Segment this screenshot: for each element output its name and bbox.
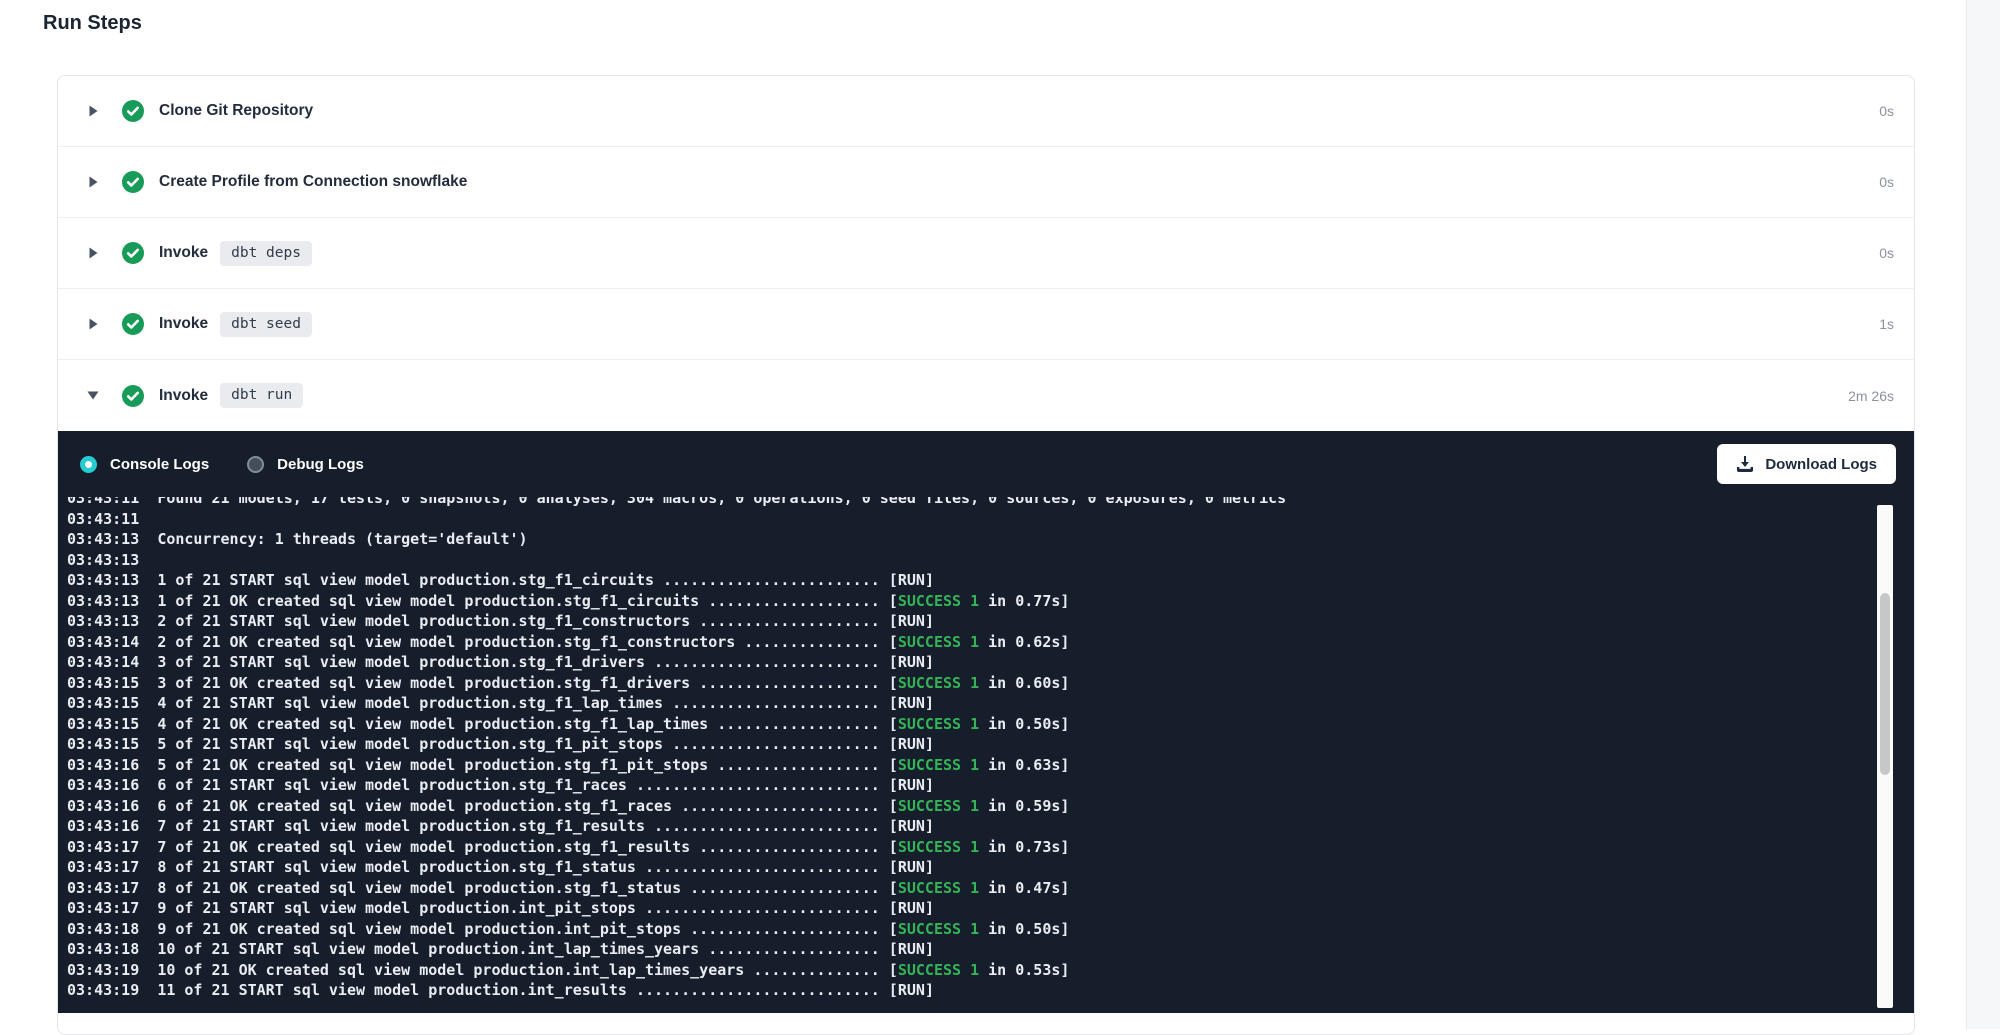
log-line: 03:43:16 6 of 21 OK created sql view mod… — [67, 796, 1874, 817]
log-line: 03:43:15 5 of 21 START sql view model pr… — [67, 734, 1874, 755]
console-logs-radio[interactable]: Console Logs — [80, 456, 209, 473]
console-log-output[interactable]: 03:43:11 Found 21 models, 17 tests, 0 sn… — [58, 497, 1874, 1013]
log-line: 03:43:18 10 of 21 START sql view model p… — [67, 939, 1874, 960]
log-line: 03:43:14 3 of 21 START sql view model pr… — [67, 652, 1874, 673]
caret-right-icon — [86, 246, 100, 260]
step-title: Clone Git Repository — [159, 102, 313, 120]
step-duration: 1s — [1879, 316, 1894, 332]
radio-unselected-icon — [247, 456, 264, 473]
run-steps-card: Clone Git Repository 0s Create Profile f… — [57, 75, 1915, 1035]
step-duration: 0s — [1879, 103, 1894, 119]
step-row-invoke-dbt-seed[interactable]: Invoke dbt seed 1s — [58, 289, 1914, 360]
log-line: 03:43:19 10 of 21 OK created sql view mo… — [67, 960, 1874, 981]
command-badge: dbt run — [220, 383, 303, 408]
command-badge: dbt deps — [220, 241, 312, 266]
caret-right-icon — [86, 175, 100, 189]
log-line: 03:43:11 — [67, 509, 1874, 530]
step-duration: 0s — [1879, 245, 1894, 261]
log-line: 03:43:17 8 of 21 START sql view model pr… — [67, 857, 1874, 878]
check-circle-icon — [122, 100, 144, 122]
log-line: 03:43:13 Concurrency: 1 threads (target=… — [67, 529, 1874, 550]
step-title: Invoke — [159, 315, 208, 333]
download-logs-button[interactable]: Download Logs — [1717, 444, 1896, 484]
check-circle-icon — [122, 385, 144, 407]
radio-label: Debug Logs — [277, 456, 364, 473]
console-log-panel: Console Logs Debug Logs Download Logs 03… — [58, 431, 1914, 1013]
download-logs-label: Download Logs — [1765, 456, 1877, 473]
log-line: 03:43:17 8 of 21 OK created sql view mod… — [67, 878, 1874, 899]
log-line: 03:43:15 4 of 21 START sql view model pr… — [67, 693, 1874, 714]
log-line: 03:43:19 11 of 21 START sql view model p… — [67, 980, 1874, 1001]
step-row-clone-git-repository[interactable]: Clone Git Repository 0s — [58, 76, 1914, 147]
log-line: 03:43:16 6 of 21 START sql view model pr… — [67, 775, 1874, 796]
step-row-create-profile[interactable]: Create Profile from Connection snowflake… — [58, 147, 1914, 218]
log-line: 03:43:13 1 of 21 START sql view model pr… — [67, 570, 1874, 591]
debug-logs-radio[interactable]: Debug Logs — [247, 456, 364, 473]
radio-selected-icon — [80, 456, 97, 473]
log-line: 03:43:18 9 of 21 OK created sql view mod… — [67, 919, 1874, 940]
console-scrollbar-track[interactable] — [1877, 505, 1893, 1008]
log-line: 03:43:17 9 of 21 START sql view model pr… — [67, 898, 1874, 919]
console-log-stream: 03:43:11 Found 21 models, 17 tests, 0 sn… — [67, 497, 1874, 1001]
log-line: 03:43:11 Found 21 models, 17 tests, 0 sn… — [67, 497, 1874, 509]
log-line: 03:43:14 2 of 21 OK created sql view mod… — [67, 632, 1874, 653]
log-line: 03:43:15 4 of 21 OK created sql view mod… — [67, 714, 1874, 735]
log-line: 03:43:15 3 of 21 OK created sql view mod… — [67, 673, 1874, 694]
log-line: 03:43:13 — [67, 550, 1874, 571]
radio-label: Console Logs — [110, 456, 209, 473]
log-line: 03:43:17 7 of 21 OK created sql view mod… — [67, 837, 1874, 858]
command-badge: dbt seed — [220, 312, 312, 337]
caret-right-icon — [86, 104, 100, 118]
console-scrollbar-thumb[interactable] — [1880, 593, 1890, 775]
step-title: Create Profile from Connection snowflake — [159, 173, 467, 191]
log-line: 03:43:13 1 of 21 OK created sql view mod… — [67, 591, 1874, 612]
log-line: 03:43:16 5 of 21 OK created sql view mod… — [67, 755, 1874, 776]
step-duration: 2m 26s — [1848, 388, 1894, 404]
console-log-header: Console Logs Debug Logs Download Logs — [58, 431, 1914, 497]
page-title: Run Steps — [43, 12, 142, 35]
step-title: Invoke — [159, 387, 208, 405]
step-duration: 0s — [1879, 174, 1894, 190]
log-line: 03:43:13 2 of 21 START sql view model pr… — [67, 611, 1874, 632]
check-circle-icon — [122, 171, 144, 193]
log-line: 03:43:16 7 of 21 START sql view model pr… — [67, 816, 1874, 837]
page-right-gutter — [1966, 0, 2000, 1029]
step-row-invoke-dbt-deps[interactable]: Invoke dbt deps 0s — [58, 218, 1914, 289]
download-icon — [1736, 456, 1754, 472]
caret-right-icon — [86, 317, 100, 331]
caret-down-icon — [86, 390, 100, 401]
check-circle-icon — [122, 242, 144, 264]
step-row-invoke-dbt-run[interactable]: Invoke dbt run 2m 26s — [58, 360, 1914, 431]
check-circle-icon — [122, 313, 144, 335]
step-title: Invoke — [159, 244, 208, 262]
